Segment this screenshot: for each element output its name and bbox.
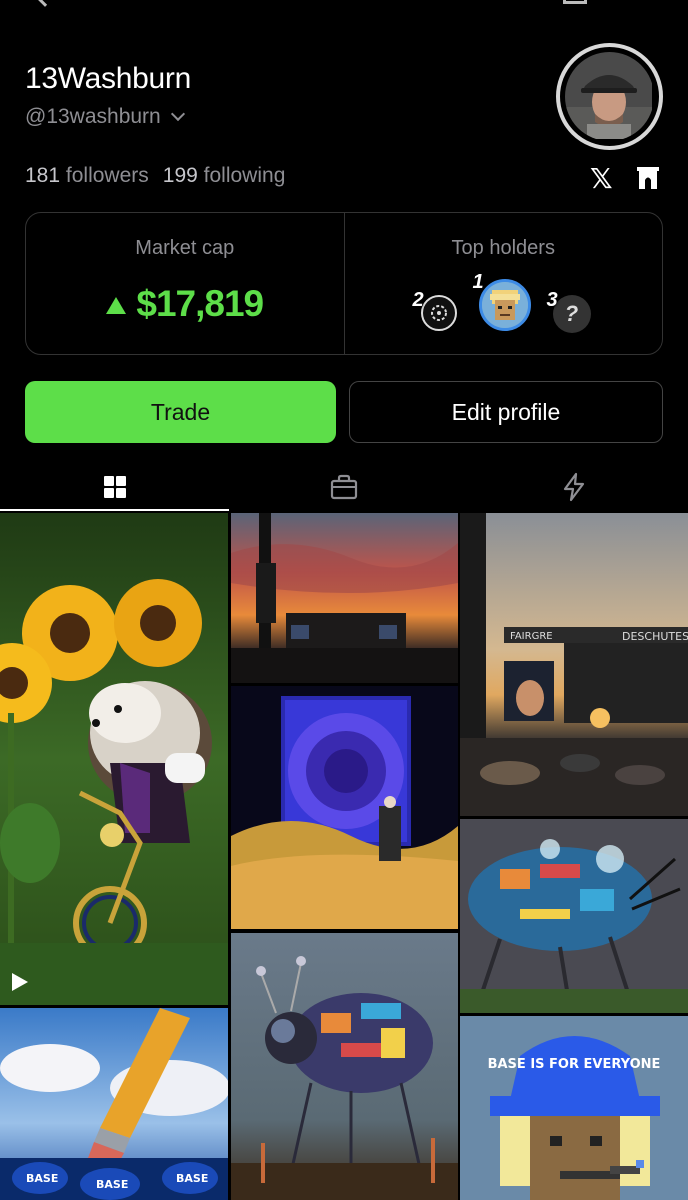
festival-stage-image: FAIRGRE DESCHUTES — [460, 513, 688, 816]
play-icon — [12, 973, 28, 991]
edit-profile-button[interactable]: Edit profile — [349, 381, 663, 443]
market-cap-value-row: $17,819 — [26, 283, 344, 325]
holder-3-rank: 3 — [546, 289, 558, 311]
pencil-base-image: BASE BASE BASE — [0, 1008, 228, 1200]
circuit-bug-image — [460, 819, 688, 1013]
followers-link[interactable]: 181 followers — [25, 164, 149, 188]
top-navigation-bar — [0, 0, 688, 12]
following-count: 199 — [162, 164, 198, 187]
stats-card: Market cap $17,819 Top holders 2 1 ? 3 — [25, 212, 663, 355]
circuit-bug-macro-image — [231, 933, 458, 1200]
market-cap-panel[interactable]: Market cap $17,819 — [26, 213, 344, 354]
banner-left-text: FAIRGRE — [510, 631, 553, 642]
top-holders-label: Top holders — [451, 237, 555, 259]
top-holders-panel[interactable]: Top holders 2 1 ? 3 — [343, 213, 663, 354]
post-circuit-bug-blue[interactable] — [460, 819, 688, 1013]
lightning-icon — [563, 472, 584, 502]
holder-3-placeholder: ? — [564, 301, 579, 326]
tab-collected[interactable] — [229, 462, 458, 512]
profile-name: 13Washburn — [25, 62, 191, 95]
pixel-art-image: BASE IS FOR EVERYONE — [460, 1016, 688, 1200]
portal-image — [231, 686, 458, 929]
banner-right-text: DESCHUTES — [622, 630, 688, 643]
holder-2-rank: 2 — [412, 289, 424, 311]
base-ball-text-1: BASE — [26, 1172, 58, 1185]
market-cap-label: Market cap — [135, 237, 235, 259]
holder-2-avatar[interactable] — [420, 295, 457, 331]
holder-2-image — [430, 305, 447, 321]
followers-count: 181 — [25, 164, 61, 187]
post-pencil-base[interactable]: BASE BASE BASE — [0, 1008, 228, 1200]
holder-1-avatar[interactable] — [478, 279, 531, 331]
profile-handle: @13washburn — [25, 105, 161, 128]
holder-1-image — [481, 282, 528, 328]
tab-activity[interactable] — [459, 462, 688, 512]
farcaster-icon[interactable] — [634, 165, 662, 191]
pixel-art-text: BASE IS FOR EVERYONE — [488, 1057, 661, 1072]
sunset-stage-image — [231, 513, 458, 683]
back-arrow-icon[interactable] — [35, 0, 55, 7]
up-triangle-icon — [106, 296, 127, 314]
base-ball-text-2: BASE — [96, 1178, 128, 1191]
x-icon[interactable]: 𝕏 — [590, 165, 613, 193]
follow-stats: 181 followers 199 following — [25, 164, 285, 188]
market-cap-value: $17,819 — [136, 283, 264, 324]
post-base-for-everyone[interactable]: BASE IS FOR EVERYONE — [460, 1016, 688, 1200]
trade-button[interactable]: Trade — [25, 381, 336, 443]
active-tab-indicator — [0, 509, 229, 511]
holder-1-rank: 1 — [472, 271, 484, 293]
post-sunset-stage[interactable] — [231, 513, 458, 683]
following-label: following — [203, 164, 286, 187]
base-ball-text-3: BASE — [176, 1172, 208, 1185]
hedgehog-image — [0, 513, 228, 1005]
post-portal-field[interactable] — [231, 686, 458, 929]
grid-icon — [103, 476, 126, 498]
tab-posts[interactable] — [0, 462, 229, 512]
followers-label: followers — [65, 164, 149, 187]
following-link[interactable]: 199 following — [163, 164, 286, 188]
post-festival-stage[interactable]: FAIRGRE DESCHUTES — [460, 513, 688, 816]
chevron-down-icon[interactable] — [170, 106, 185, 122]
post-hedgehog-bicycle[interactable] — [0, 513, 228, 1005]
bag-icon — [330, 474, 357, 500]
handle-switcher[interactable]: @13washburn — [25, 105, 185, 129]
avatar[interactable] — [556, 43, 663, 150]
holder-3-avatar[interactable]: ? — [552, 295, 591, 333]
content-tabs — [0, 462, 688, 512]
post-circuit-bug-macro[interactable] — [231, 933, 458, 1200]
avatar-image — [565, 52, 654, 141]
menu-icon[interactable] — [563, 0, 587, 4]
